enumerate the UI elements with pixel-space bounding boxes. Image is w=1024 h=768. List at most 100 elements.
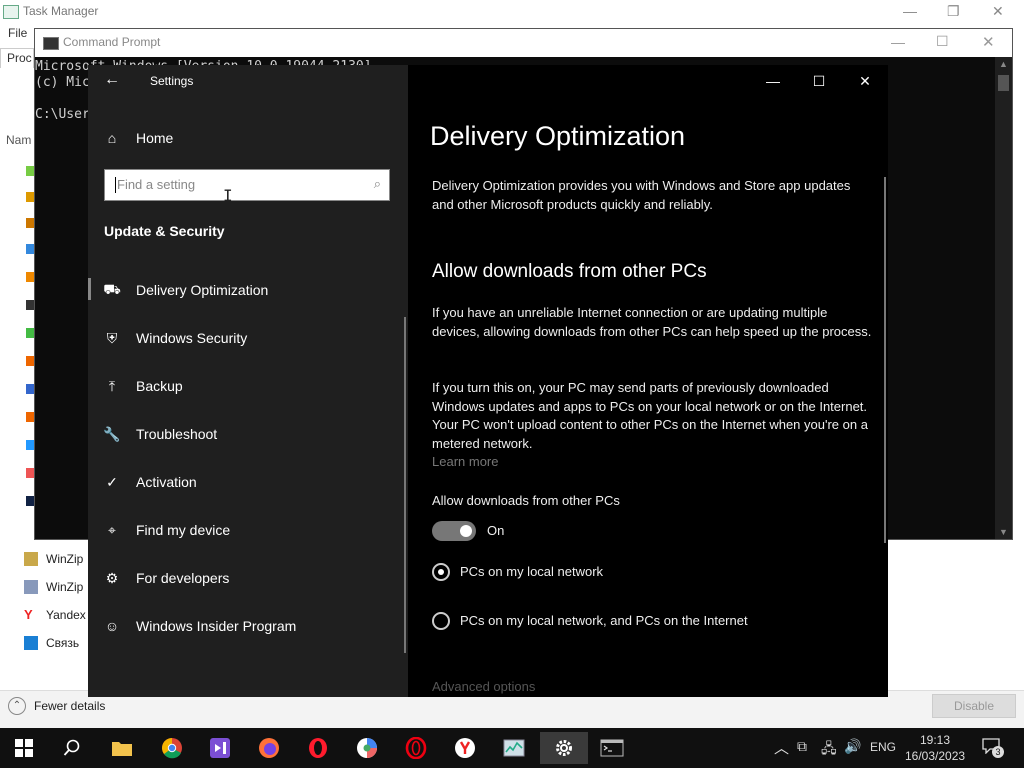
taskbar-chrome[interactable] bbox=[148, 732, 196, 764]
radio-local-and-internet[interactable] bbox=[432, 612, 450, 630]
winzip-icon bbox=[24, 580, 38, 594]
minimize-button[interactable]: — bbox=[750, 65, 796, 97]
taskbar-settings[interactable] bbox=[540, 732, 588, 764]
taskbar-opera[interactable] bbox=[294, 732, 342, 764]
taskmanager-app-icon bbox=[3, 5, 19, 19]
nav-activation[interactable]: ✓ Activation bbox=[104, 466, 197, 498]
taskbar-firefox[interactable] bbox=[245, 732, 293, 764]
fewer-details-link[interactable]: ⌃ Fewer details bbox=[8, 697, 105, 715]
disable-button[interactable]: Disable bbox=[932, 694, 1016, 718]
cmd-title: Command Prompt bbox=[63, 35, 161, 49]
back-arrow-icon[interactable]: ← bbox=[104, 71, 120, 89]
gear-icon bbox=[556, 740, 572, 756]
scroll-down-icon[interactable]: ▼ bbox=[999, 527, 1008, 537]
home-icon: ⌂ bbox=[107, 130, 117, 146]
taskbar-file-explorer[interactable] bbox=[98, 732, 146, 764]
content-scrollbar[interactable] bbox=[884, 177, 886, 543]
nav-backup[interactable]: ⤒ Backup bbox=[104, 370, 183, 402]
scroll-thumb[interactable] bbox=[998, 75, 1009, 91]
advanced-options-link[interactable]: Advanced options bbox=[432, 679, 535, 694]
radio-local-network-label[interactable]: PCs on my local network bbox=[460, 564, 603, 579]
taskbar-browser[interactable] bbox=[343, 732, 391, 764]
network-icon[interactable]: 🖧 bbox=[821, 738, 837, 762]
clock-time: 19:13 bbox=[919, 733, 951, 747]
shield-icon: ⛨ bbox=[106, 329, 118, 346]
visual-studio-icon bbox=[210, 738, 230, 758]
winzip-icon bbox=[24, 552, 38, 566]
taskmanager-tab-processes[interactable]: Proc bbox=[0, 48, 34, 68]
taskmanager-row[interactable]: WinZip bbox=[24, 548, 83, 570]
search-input[interactable]: Find a setting ⌕ bbox=[104, 169, 390, 201]
svyaz-icon bbox=[24, 636, 38, 650]
minimize-icon[interactable]: — bbox=[903, 3, 917, 19]
maximize-button[interactable]: ☐ bbox=[796, 65, 842, 97]
wrench-icon: 🔧 bbox=[103, 425, 121, 442]
taskbar-visual-studio[interactable] bbox=[196, 732, 244, 764]
radio-local-and-internet-label[interactable]: PCs on my local network, and PCs on the … bbox=[460, 613, 748, 628]
notification-center-button[interactable]: 3 bbox=[982, 738, 1004, 758]
taskbar-opera-gx[interactable] bbox=[392, 732, 440, 764]
opera-icon bbox=[309, 738, 327, 758]
nav-scrollbar[interactable] bbox=[404, 317, 406, 653]
settings-window: ← Settings ⌂ Home Find a setting ⌕ I Upd… bbox=[88, 65, 888, 697]
toggle-state-label: On bbox=[487, 523, 505, 538]
chevron-up-circle-icon: ⌃ bbox=[8, 697, 26, 715]
selected-indicator bbox=[88, 278, 91, 300]
show-hidden-icons-chevron[interactable]: ︿ bbox=[774, 737, 789, 758]
nav-find-my-device[interactable]: ⌖ Find my device bbox=[104, 514, 230, 546]
settings-nav-pane: ← Settings ⌂ Home Find a setting ⌕ I Upd… bbox=[88, 65, 408, 697]
allow-downloads-toggle[interactable] bbox=[432, 521, 476, 541]
cmd-scrollbar[interactable]: ▲ ▼ bbox=[995, 57, 1012, 539]
search-icon bbox=[63, 739, 80, 756]
radio-local-network[interactable] bbox=[432, 563, 450, 581]
task-manager-icon bbox=[503, 739, 525, 757]
taskbar-command-prompt[interactable] bbox=[588, 732, 636, 764]
tray-app-icon[interactable]: ⧉ bbox=[797, 738, 807, 755]
close-icon[interactable]: ✕ bbox=[982, 33, 995, 51]
insider-cat-icon: ☺ bbox=[104, 618, 120, 634]
nav-troubleshoot[interactable]: 🔧 Troubleshoot bbox=[103, 418, 217, 450]
nav-windows-insider-program[interactable]: ☺ Windows Insider Program bbox=[104, 610, 296, 642]
description-paragraph: If you have an unreliable Internet conne… bbox=[432, 305, 872, 339]
taskmanager-row[interactable]: Связь bbox=[24, 632, 79, 654]
taskmanager-row[interactable]: Y Yandex bbox=[24, 604, 86, 626]
restore-icon[interactable]: ❐ bbox=[947, 3, 960, 20]
text-caret bbox=[115, 177, 116, 193]
settings-content-pane: — ☐ ✕ Delivery Optimization Delivery Opt… bbox=[408, 65, 888, 697]
taskmanager-row[interactable]: WinZip bbox=[24, 576, 83, 598]
language-indicator[interactable]: ENG bbox=[870, 740, 896, 754]
toggle-knob bbox=[460, 525, 472, 537]
maximize-icon[interactable]: ☐ bbox=[936, 33, 949, 50]
backup-arrow-icon: ⤒ bbox=[108, 377, 116, 394]
chrome-icon bbox=[162, 738, 182, 759]
clock[interactable]: 19:13 16/03/2023 bbox=[905, 732, 965, 764]
learn-more-link[interactable]: Learn more bbox=[432, 454, 498, 469]
intro-text: Delivery Optimization provides you with … bbox=[432, 178, 851, 212]
scroll-up-icon[interactable]: ▲ bbox=[999, 59, 1008, 69]
minimize-icon[interactable]: — bbox=[891, 34, 905, 50]
taskbar-task-manager[interactable] bbox=[490, 732, 538, 764]
close-icon[interactable]: ✕ bbox=[992, 3, 1004, 20]
cmd-prompt-line: C:\User bbox=[35, 107, 90, 122]
taskbar-search-button[interactable] bbox=[48, 732, 96, 764]
yandex-icon: Y bbox=[24, 607, 33, 622]
nav-home[interactable]: ⌂ Home bbox=[104, 122, 174, 154]
opera-gx-icon bbox=[405, 737, 427, 759]
taskmanager-column-name[interactable]: Nam bbox=[6, 133, 31, 147]
taskbar-yandex[interactable] bbox=[441, 732, 489, 764]
nav-windows-security[interactable]: ⛨ Windows Security bbox=[104, 322, 248, 354]
checkmark-circle-icon: ✓ bbox=[106, 473, 118, 490]
delivery-icon: ⛟ bbox=[103, 280, 121, 297]
start-button[interactable] bbox=[0, 732, 48, 764]
find-device-icon: ⌖ bbox=[108, 521, 116, 538]
toggle-label: Allow downloads from other PCs bbox=[432, 493, 620, 508]
cmd-app-icon bbox=[43, 37, 59, 50]
speaker-icon[interactable]: 🔊 bbox=[844, 738, 861, 755]
settings-window-title: Settings bbox=[150, 74, 194, 88]
nav-delivery-optimization[interactable]: ⛟ Delivery Optimization bbox=[103, 274, 268, 306]
description-paragraph: If you turn this on, your PC may send pa… bbox=[432, 380, 868, 451]
notification-count-badge: 3 bbox=[992, 746, 1004, 758]
nav-for-developers[interactable]: ⚙ For developers bbox=[104, 562, 230, 594]
search-icon[interactable]: ⌕ bbox=[374, 176, 381, 192]
close-button[interactable]: ✕ bbox=[842, 65, 888, 97]
